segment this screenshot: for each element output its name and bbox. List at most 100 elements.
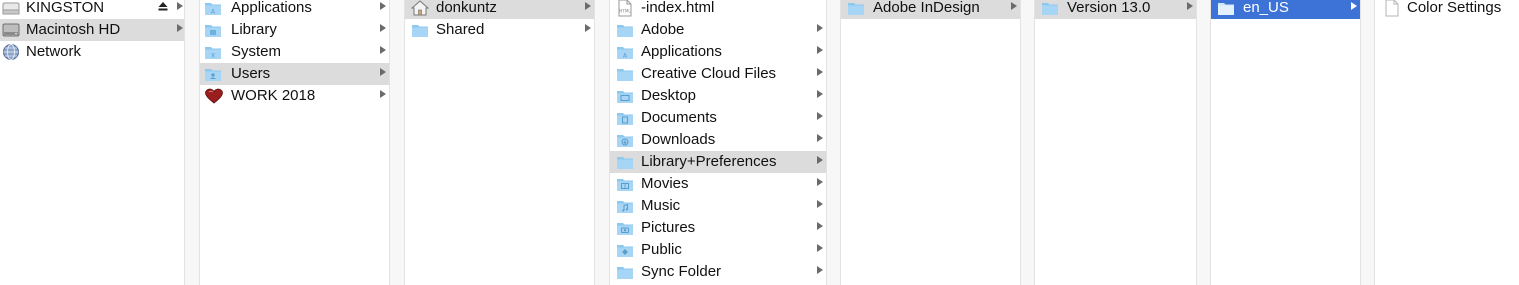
chevron-right-icon	[817, 90, 823, 98]
applications-folder-icon: A	[204, 0, 222, 17]
item-label: Library+Preferences	[641, 153, 777, 170]
item-label: Pictures	[641, 219, 696, 236]
item-label: Documents	[641, 109, 717, 126]
chevron-right-icon	[1351, 2, 1357, 10]
list-item-applications[interactable]: A Applications	[610, 41, 826, 63]
home-icon	[411, 0, 429, 17]
document-icon	[1383, 0, 1401, 17]
svg-text:X: X	[211, 53, 215, 60]
chevron-right-icon	[380, 46, 386, 54]
root-column: A Applications Library X System Users WO…	[200, 0, 389, 285]
list-item-creative-cloud-files[interactable]: Creative Cloud Files	[610, 63, 826, 85]
list-item-library[interactable]: Library	[200, 19, 389, 41]
chevron-right-icon	[817, 68, 823, 76]
pictures-folder-icon	[616, 219, 634, 237]
device-label: Macintosh HD	[26, 21, 121, 38]
list-item-users[interactable]: Users	[200, 63, 389, 85]
list-item-work-2018[interactable]: WORK 2018	[200, 85, 389, 107]
chevron-right-icon	[817, 244, 823, 252]
movies-folder-icon	[616, 175, 634, 193]
folder-icon	[1041, 0, 1059, 17]
item-label: en_US	[1243, 0, 1289, 16]
column-gap	[1197, 0, 1211, 285]
downloads-folder-icon	[616, 131, 634, 149]
chevron-right-icon	[817, 178, 823, 186]
heart-drive-icon	[204, 87, 223, 105]
eject-icon[interactable]	[158, 1, 168, 12]
list-item-shared[interactable]: Shared	[405, 19, 594, 41]
list-item-en-us[interactable]: en_US	[1211, 0, 1360, 19]
music-folder-icon	[616, 197, 634, 215]
system-folder-icon: X	[204, 43, 222, 61]
devices-column: KINGSTON Macintosh HD Network	[0, 0, 184, 285]
item-label: WORK 2018	[231, 87, 316, 104]
desktop-folder-icon	[616, 87, 634, 105]
item-label: Sync Folder	[641, 263, 722, 280]
item-label: Library	[231, 21, 277, 38]
list-item-desktop[interactable]: Desktop	[610, 85, 826, 107]
list-item-donkuntz[interactable]: donkuntz	[405, 0, 594, 19]
chevron-right-icon	[177, 24, 183, 32]
folder-icon	[847, 0, 865, 17]
item-label: Music	[641, 197, 681, 214]
column-gap	[185, 0, 199, 285]
list-item-applications[interactable]: A Applications	[200, 0, 389, 19]
chevron-right-icon	[380, 24, 386, 32]
en-us-column: Color Settings	[1375, 0, 1519, 285]
list-item-sync-folder[interactable]: Sync Folder	[610, 261, 826, 283]
item-label: Movies	[641, 175, 689, 192]
chevron-right-icon	[585, 2, 591, 10]
chevron-right-icon	[177, 2, 183, 10]
chevron-right-icon	[817, 200, 823, 208]
device-item-macintosh-hd[interactable]: Macintosh HD	[0, 19, 184, 41]
chevron-right-icon	[380, 68, 386, 76]
home-column: HTML -index.html Adobe A Applications Cr…	[610, 0, 826, 285]
item-label: Creative Cloud Files	[641, 65, 777, 82]
list-item-documents[interactable]: Documents	[610, 107, 826, 129]
chevron-right-icon	[817, 112, 823, 120]
column-gap	[827, 0, 841, 285]
item-label: Applications	[641, 43, 722, 60]
indesign-column: Version 13.0	[1035, 0, 1196, 285]
device-label: Network	[26, 43, 82, 60]
globe-icon	[2, 43, 20, 61]
list-item-public[interactable]: Public	[610, 239, 826, 261]
item-label: Shared	[436, 21, 485, 38]
list-item-downloads[interactable]: Downloads	[610, 129, 826, 151]
folder-icon	[616, 153, 634, 171]
list-item-index-html[interactable]: HTML -index.html	[610, 0, 826, 19]
list-item-color-settings[interactable]: Color Settings	[1375, 0, 1519, 19]
item-label: System	[231, 43, 282, 60]
folder-icon	[616, 21, 634, 39]
chevron-right-icon	[817, 222, 823, 230]
device-item-kingston[interactable]: KINGSTON	[0, 0, 184, 19]
chevron-right-icon	[817, 156, 823, 164]
list-item-library-preferences[interactable]: Library+Preferences	[610, 151, 826, 173]
list-item-system[interactable]: X System	[200, 41, 389, 63]
list-item-movies[interactable]: Movies	[610, 173, 826, 195]
list-item-pictures[interactable]: Pictures	[610, 217, 826, 239]
item-label: Adobe	[641, 21, 685, 38]
list-item-version-13[interactable]: Version 13.0	[1035, 0, 1196, 19]
list-item-adobe-indesign[interactable]: Adobe InDesign	[841, 0, 1020, 19]
list-item-adobe[interactable]: Adobe	[610, 19, 826, 41]
folder-icon	[616, 263, 634, 281]
chevron-right-icon	[380, 2, 386, 10]
column-gap	[1361, 0, 1375, 285]
drive-icon	[2, 0, 20, 17]
column-gap	[390, 0, 404, 285]
item-label: Public	[641, 241, 682, 258]
html-file-icon: HTML	[616, 0, 634, 17]
item-label: Downloads	[641, 131, 716, 148]
chevron-right-icon	[1011, 2, 1017, 10]
users-column: donkuntz Shared	[405, 0, 594, 285]
device-label: KINGSTON	[26, 0, 105, 16]
folder-icon	[1217, 0, 1235, 17]
list-item-music[interactable]: Music	[610, 195, 826, 217]
chevron-right-icon	[817, 266, 823, 274]
item-label: Users	[231, 65, 271, 82]
item-label: Adobe InDesign	[873, 0, 980, 16]
device-item-network[interactable]: Network	[0, 41, 184, 63]
item-label: Version 13.0	[1067, 0, 1151, 16]
folder-icon	[616, 65, 634, 83]
